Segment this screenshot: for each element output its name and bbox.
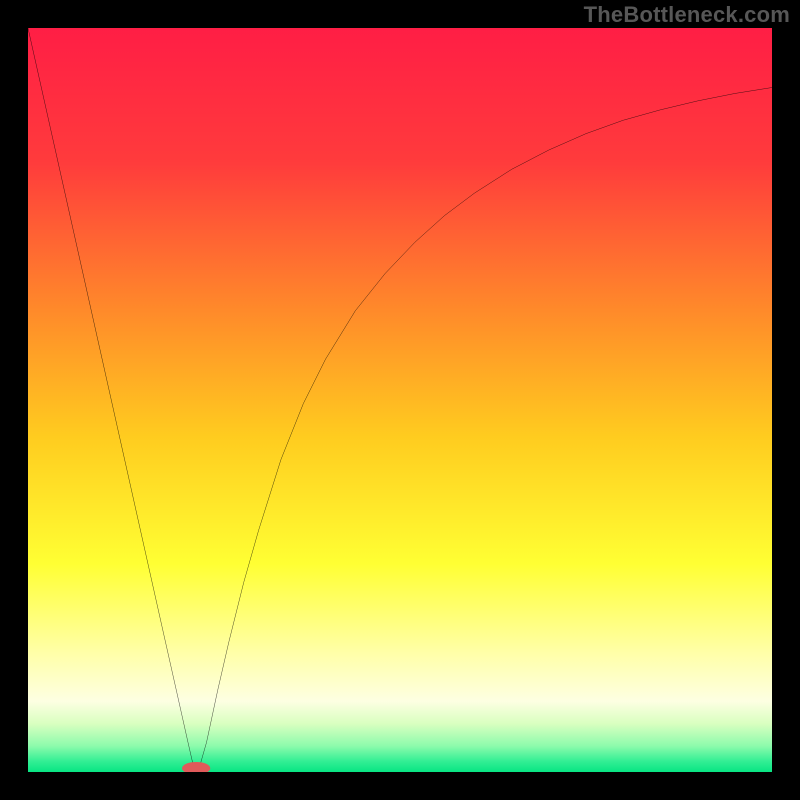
chart-frame: TheBottleneck.com <box>0 0 800 800</box>
plot-area <box>28 28 772 772</box>
watermark-text: TheBottleneck.com <box>584 2 790 28</box>
gradient-background <box>28 28 772 772</box>
bottleneck-chart <box>28 28 772 772</box>
